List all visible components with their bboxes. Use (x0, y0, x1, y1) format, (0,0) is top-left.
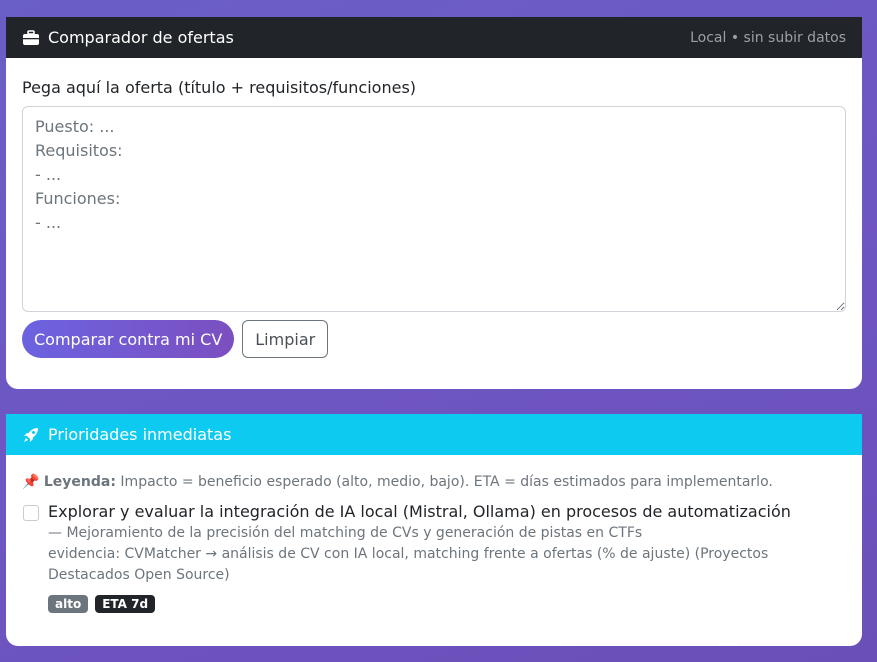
offer-textarea[interactable] (22, 106, 846, 312)
comparator-title: Comparador de ofertas (48, 28, 234, 47)
priority-checkbox[interactable] (23, 505, 39, 521)
comparator-header: Comparador de ofertas Local • sin subir … (6, 17, 862, 58)
comparator-card: Comparador de ofertas Local • sin subir … (6, 17, 862, 389)
local-note: Local • sin subir datos (690, 29, 846, 46)
priorities-card: Prioridades inmediatas 📌 Leyenda: Impact… (6, 414, 862, 646)
briefcase-icon (22, 29, 40, 47)
priority-item: Explorar y evaluar la integración de IA … (22, 501, 846, 613)
legend-text: Impacto = beneficio esperado (alto, medi… (120, 474, 773, 490)
priority-title: Explorar y evaluar la integración de IA … (48, 502, 791, 521)
pin-icon: 📌 (22, 474, 40, 490)
compare-button[interactable]: Comparar contra mi CV (22, 320, 235, 358)
priorities-title: Prioridades inmediatas (48, 425, 232, 444)
priority-benefit: — Mejoramiento de la precisión del match… (48, 525, 643, 541)
clear-button[interactable]: Limpiar (242, 320, 329, 358)
legend: 📌 Leyenda: Impacto = beneficio esperado … (22, 474, 846, 490)
impact-badge: alto (48, 595, 89, 613)
priority-evidence: evidencia: CVMatcher → análisis de CV co… (48, 546, 769, 583)
legend-label: Leyenda: (43, 474, 116, 490)
rocket-icon (22, 426, 40, 444)
priorities-header: Prioridades inmediatas (6, 414, 862, 455)
offer-label: Pega aquí la oferta (título + requisitos… (22, 78, 417, 97)
eta-badge: ETA 7d (95, 595, 156, 613)
